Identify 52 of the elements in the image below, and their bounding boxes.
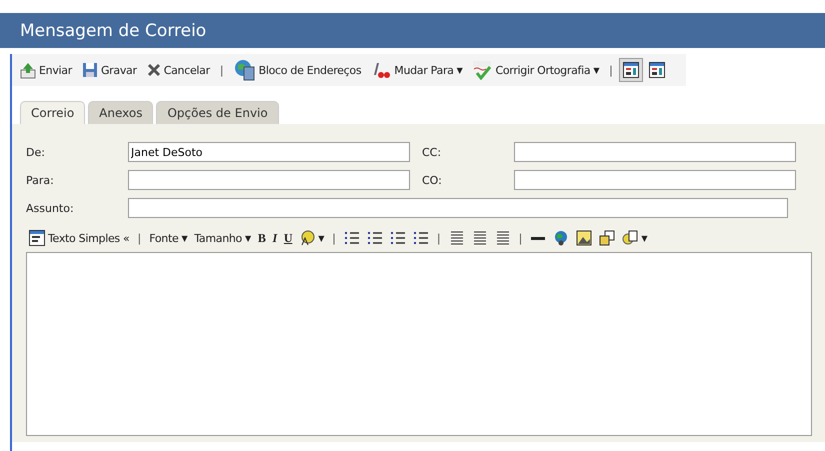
- separator: |: [436, 232, 442, 244]
- format-button[interactable]: B: [254, 228, 269, 248]
- send-button[interactable]: Enviar: [16, 60, 76, 80]
- spell-check-button[interactable]: Corrigir Ortografia ▼: [468, 58, 604, 82]
- separator: |: [136, 232, 142, 244]
- spell-check-icon: [472, 60, 492, 80]
- globe-icon: [553, 230, 570, 246]
- tab[interactable]: Anexos: [88, 101, 154, 124]
- input-field[interactable]: [514, 142, 796, 162]
- separator: |: [518, 232, 524, 244]
- layout-icon: [622, 62, 639, 78]
- align-center-icon: [472, 230, 488, 246]
- input-field[interactable]: [128, 198, 788, 218]
- address-book-button[interactable]: Bloco de Endereços: [230, 57, 366, 83]
- image-icon: [576, 230, 592, 246]
- field-label: Para:: [26, 174, 55, 186]
- field-label: CO:: [421, 174, 443, 186]
- font-color-icon: [299, 230, 316, 246]
- message-body-field[interactable]: [26, 252, 812, 436]
- dropdown-button[interactable]: Fonte ▼: [146, 230, 190, 246]
- tab[interactable]: Opções de Envio: [156, 101, 279, 124]
- format-button[interactable]: I: [270, 228, 280, 248]
- plain-text-button[interactable]: Texto Simples «: [26, 228, 132, 248]
- bulleted-list-icon: [366, 230, 383, 246]
- input-field[interactable]: [514, 170, 796, 190]
- cancel-button[interactable]: Cancelar: [142, 61, 214, 79]
- address-book-icon: [234, 59, 256, 81]
- field-label: Assunto:: [26, 202, 75, 214]
- tab[interactable]: Correio: [20, 101, 86, 124]
- input-field[interactable]: [128, 170, 410, 190]
- align-left-icon: [448, 230, 465, 246]
- format-button[interactable]: U: [280, 228, 296, 248]
- field-label: CC:: [421, 146, 442, 158]
- switch-button[interactable]: Mudar Para ▼: [367, 59, 466, 81]
- separator: |: [608, 64, 614, 76]
- view-toggle-button[interactable]: [618, 58, 643, 82]
- window-title: Mensagem de Correio: [20, 20, 206, 40]
- layout-icon: [648, 62, 665, 78]
- field-label: De:: [26, 146, 46, 158]
- cancel-icon: [146, 63, 161, 77]
- font-color-button[interactable]: ▼: [296, 228, 328, 248]
- save-button[interactable]: Gravar: [78, 60, 141, 80]
- align-right-icon: [494, 230, 511, 246]
- separator: |: [331, 232, 337, 244]
- save-icon: [82, 62, 98, 78]
- send-icon: [20, 62, 36, 78]
- emoticon-button[interactable]: ▼: [619, 228, 650, 248]
- copy-icon: [599, 230, 616, 246]
- separator: |: [218, 64, 225, 76]
- layout-icon: [29, 230, 45, 246]
- dropdown-button[interactable]: Tamanho ▼: [191, 230, 254, 246]
- horizontal-line-icon: [530, 236, 546, 240]
